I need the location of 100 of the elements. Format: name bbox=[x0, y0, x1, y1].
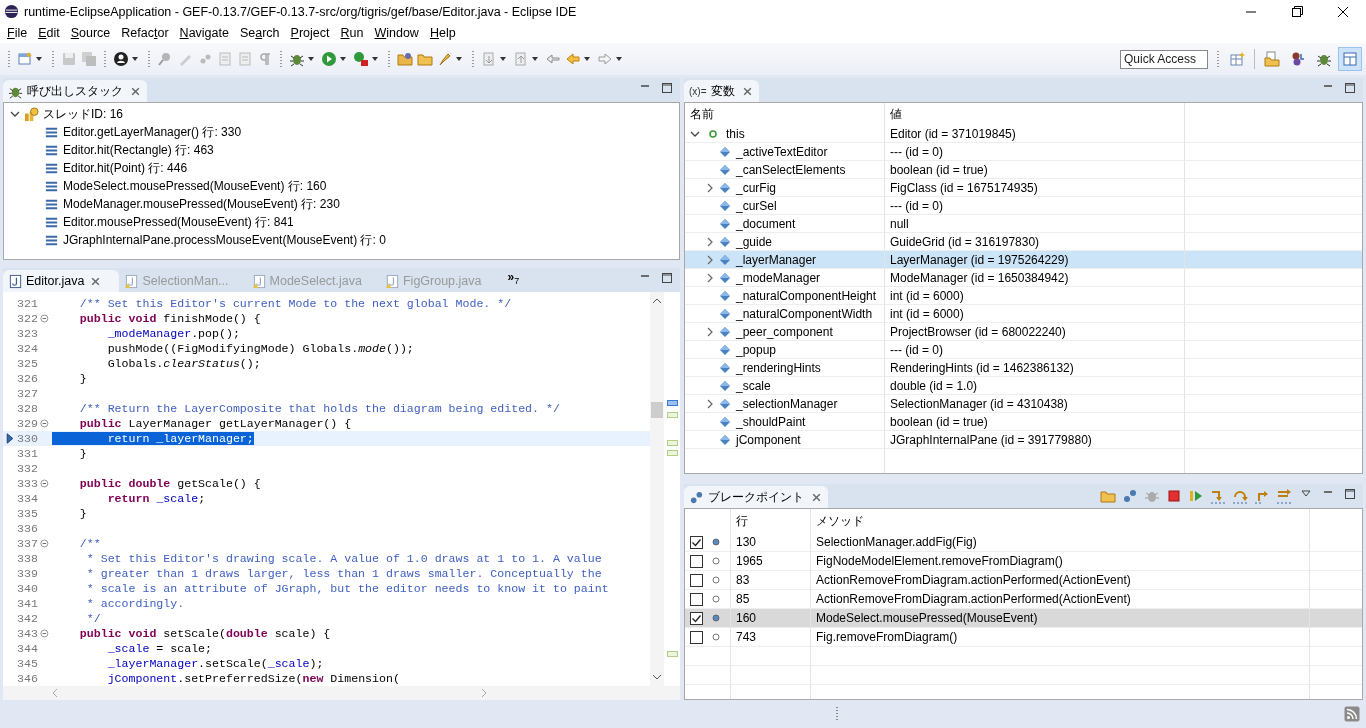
collapse-icon[interactable] bbox=[40, 479, 49, 488]
folder-icon[interactable] bbox=[417, 51, 433, 67]
stack-frame[interactable]: Editor.mousePressed(MouseEvent) 行: 841 bbox=[63, 213, 294, 231]
field-icon bbox=[719, 235, 731, 248]
menu-item[interactable]: Project bbox=[286, 25, 337, 41]
code-line: * accordingly. bbox=[85, 597, 185, 610]
menu-item[interactable]: Run bbox=[336, 25, 371, 41]
column-header[interactable]: 値 bbox=[890, 105, 902, 123]
line-number: 329 bbox=[17, 417, 39, 430]
checkbox[interactable] bbox=[690, 630, 703, 644]
close-icon[interactable] bbox=[130, 85, 141, 97]
run-icon[interactable] bbox=[321, 51, 337, 67]
maximize-icon[interactable] bbox=[661, 271, 673, 284]
menu-item[interactable]: Source bbox=[66, 25, 118, 41]
collapse-icon[interactable] bbox=[40, 629, 49, 638]
code-line: public double getScale() { bbox=[78, 477, 261, 490]
variable-value: int (id = 6000) bbox=[890, 306, 964, 321]
step-over-icon[interactable] bbox=[1232, 488, 1248, 504]
annotation-marker[interactable] bbox=[667, 440, 678, 446]
menu-item[interactable]: Search bbox=[235, 25, 287, 41]
column-header[interactable]: 行 bbox=[736, 512, 748, 530]
thread-label[interactable]: スレッドID: 16 bbox=[43, 105, 123, 123]
stack-frame[interactable]: Editor.getLayerManager() 行: 330 bbox=[63, 123, 242, 141]
local-variable-icon bbox=[708, 128, 718, 139]
step-return-icon[interactable] bbox=[1254, 488, 1270, 504]
stack-frame[interactable]: Editor.hit(Rectangle) 行: 463 bbox=[63, 141, 214, 159]
resume-icon[interactable] bbox=[1188, 488, 1204, 504]
checkbox[interactable] bbox=[690, 611, 703, 625]
collapse-icon[interactable] bbox=[40, 539, 49, 548]
line-number: 345 bbox=[17, 657, 39, 670]
close-icon[interactable] bbox=[741, 85, 753, 97]
line-number: 334 bbox=[17, 492, 39, 505]
line-number: 330 bbox=[17, 432, 39, 445]
maximize-icon[interactable] bbox=[661, 81, 673, 94]
step-into-icon[interactable] bbox=[1210, 488, 1226, 504]
breakpoint-method: ActionRemoveFromDiagram.actionPerformed(ActionEvent) bbox=[816, 573, 1131, 587]
field-icon bbox=[719, 181, 731, 194]
column-header[interactable]: 名前 bbox=[690, 105, 714, 123]
annotation-marker[interactable] bbox=[667, 651, 678, 657]
step-filter-icon[interactable] bbox=[1276, 488, 1292, 504]
stack-frame[interactable]: Editor.hit(Point) 行: 446 bbox=[63, 159, 188, 177]
stack-frame[interactable]: ModeSelect.mousePressed(MouseEvent) 行: 160 bbox=[63, 177, 327, 195]
stack-frame[interactable]: JGraphInternalPane.processMouseEvent(MouseEvent) 行: 0 bbox=[63, 231, 386, 249]
checkbox[interactable] bbox=[690, 592, 703, 606]
close-icon[interactable] bbox=[90, 275, 102, 287]
variable-value: int (id = 6000) bbox=[890, 288, 964, 303]
checkbox[interactable] bbox=[690, 554, 703, 568]
stack-frame[interactable]: ModeManager.mousePressed(MouseEvent) 行: 230 bbox=[63, 195, 340, 213]
chevron-right-icon[interactable] bbox=[705, 236, 715, 247]
folder-icon[interactable] bbox=[397, 51, 413, 67]
annotation-marker[interactable] bbox=[667, 400, 678, 406]
menu-item[interactable]: Help bbox=[425, 25, 463, 41]
annotation-marker[interactable] bbox=[667, 450, 678, 456]
breakpoints-tab[interactable]: ブレークポイント bbox=[684, 486, 828, 508]
chevron-right-icon[interactable] bbox=[705, 398, 715, 409]
code-line: } bbox=[78, 507, 87, 520]
chevron-right-icon[interactable] bbox=[705, 326, 715, 337]
stop-icon[interactable] bbox=[1166, 488, 1182, 504]
column-header[interactable]: メソッド bbox=[816, 512, 864, 530]
annotation-marker[interactable] bbox=[667, 412, 678, 418]
breakpoints-icon[interactable] bbox=[1122, 488, 1138, 504]
code-line: /** bbox=[78, 537, 101, 550]
person-icon[interactable] bbox=[113, 51, 129, 67]
line-number: 1965 bbox=[736, 554, 763, 568]
checkbox[interactable] bbox=[690, 535, 703, 549]
variable-value: null bbox=[890, 216, 909, 231]
menu-item[interactable]: File bbox=[3, 25, 35, 41]
more-tabs-button[interactable]: »$_{7}$ bbox=[499, 269, 528, 292]
pin-icon[interactable] bbox=[157, 51, 173, 67]
field-icon bbox=[719, 433, 731, 446]
variable-value: LayerManager (id = 1975264229) bbox=[890, 252, 1069, 267]
checkbox[interactable] bbox=[690, 573, 703, 587]
layout-perspective-icon[interactable] bbox=[1338, 47, 1362, 71]
chevron-right-icon[interactable] bbox=[705, 182, 715, 193]
field-icon bbox=[719, 199, 731, 212]
collapse-icon[interactable] bbox=[40, 419, 49, 428]
chevron-down-icon[interactable] bbox=[10, 109, 20, 119]
editor-tab[interactable]: Editor.java bbox=[3, 270, 120, 292]
quick-access-field[interactable]: Quick Access bbox=[1120, 49, 1208, 69]
java-file-icon bbox=[124, 273, 140, 289]
menu-item[interactable]: Edit bbox=[34, 25, 67, 41]
variable-value: --- (id = 0) bbox=[890, 342, 943, 357]
run-tool-icon[interactable] bbox=[353, 51, 369, 67]
feed-icon[interactable] bbox=[1344, 706, 1360, 722]
variable-name: _popup bbox=[736, 342, 777, 357]
maximize-icon[interactable] bbox=[1344, 487, 1356, 500]
menu-item[interactable]: Navigate bbox=[175, 25, 236, 41]
variables-tab[interactable]: (x)= 変数 bbox=[684, 80, 759, 102]
brush-icon[interactable] bbox=[437, 51, 453, 67]
menu-item[interactable]: Refactor bbox=[117, 25, 176, 41]
scrollbar-thumb[interactable] bbox=[651, 402, 663, 418]
chevron-right-icon[interactable] bbox=[705, 272, 715, 283]
menu-item[interactable]: Window bbox=[370, 25, 426, 41]
variable-name: _activeTextEditor bbox=[736, 144, 828, 159]
maximize-icon[interactable] bbox=[1344, 81, 1356, 94]
variable-name: _selectionManager bbox=[736, 396, 838, 411]
collapse-icon[interactable] bbox=[40, 314, 49, 323]
close-icon[interactable] bbox=[811, 491, 822, 503]
call-stack-tab[interactable]: 呼び出しスタック bbox=[3, 80, 147, 102]
chevron-right-icon[interactable] bbox=[705, 254, 715, 265]
